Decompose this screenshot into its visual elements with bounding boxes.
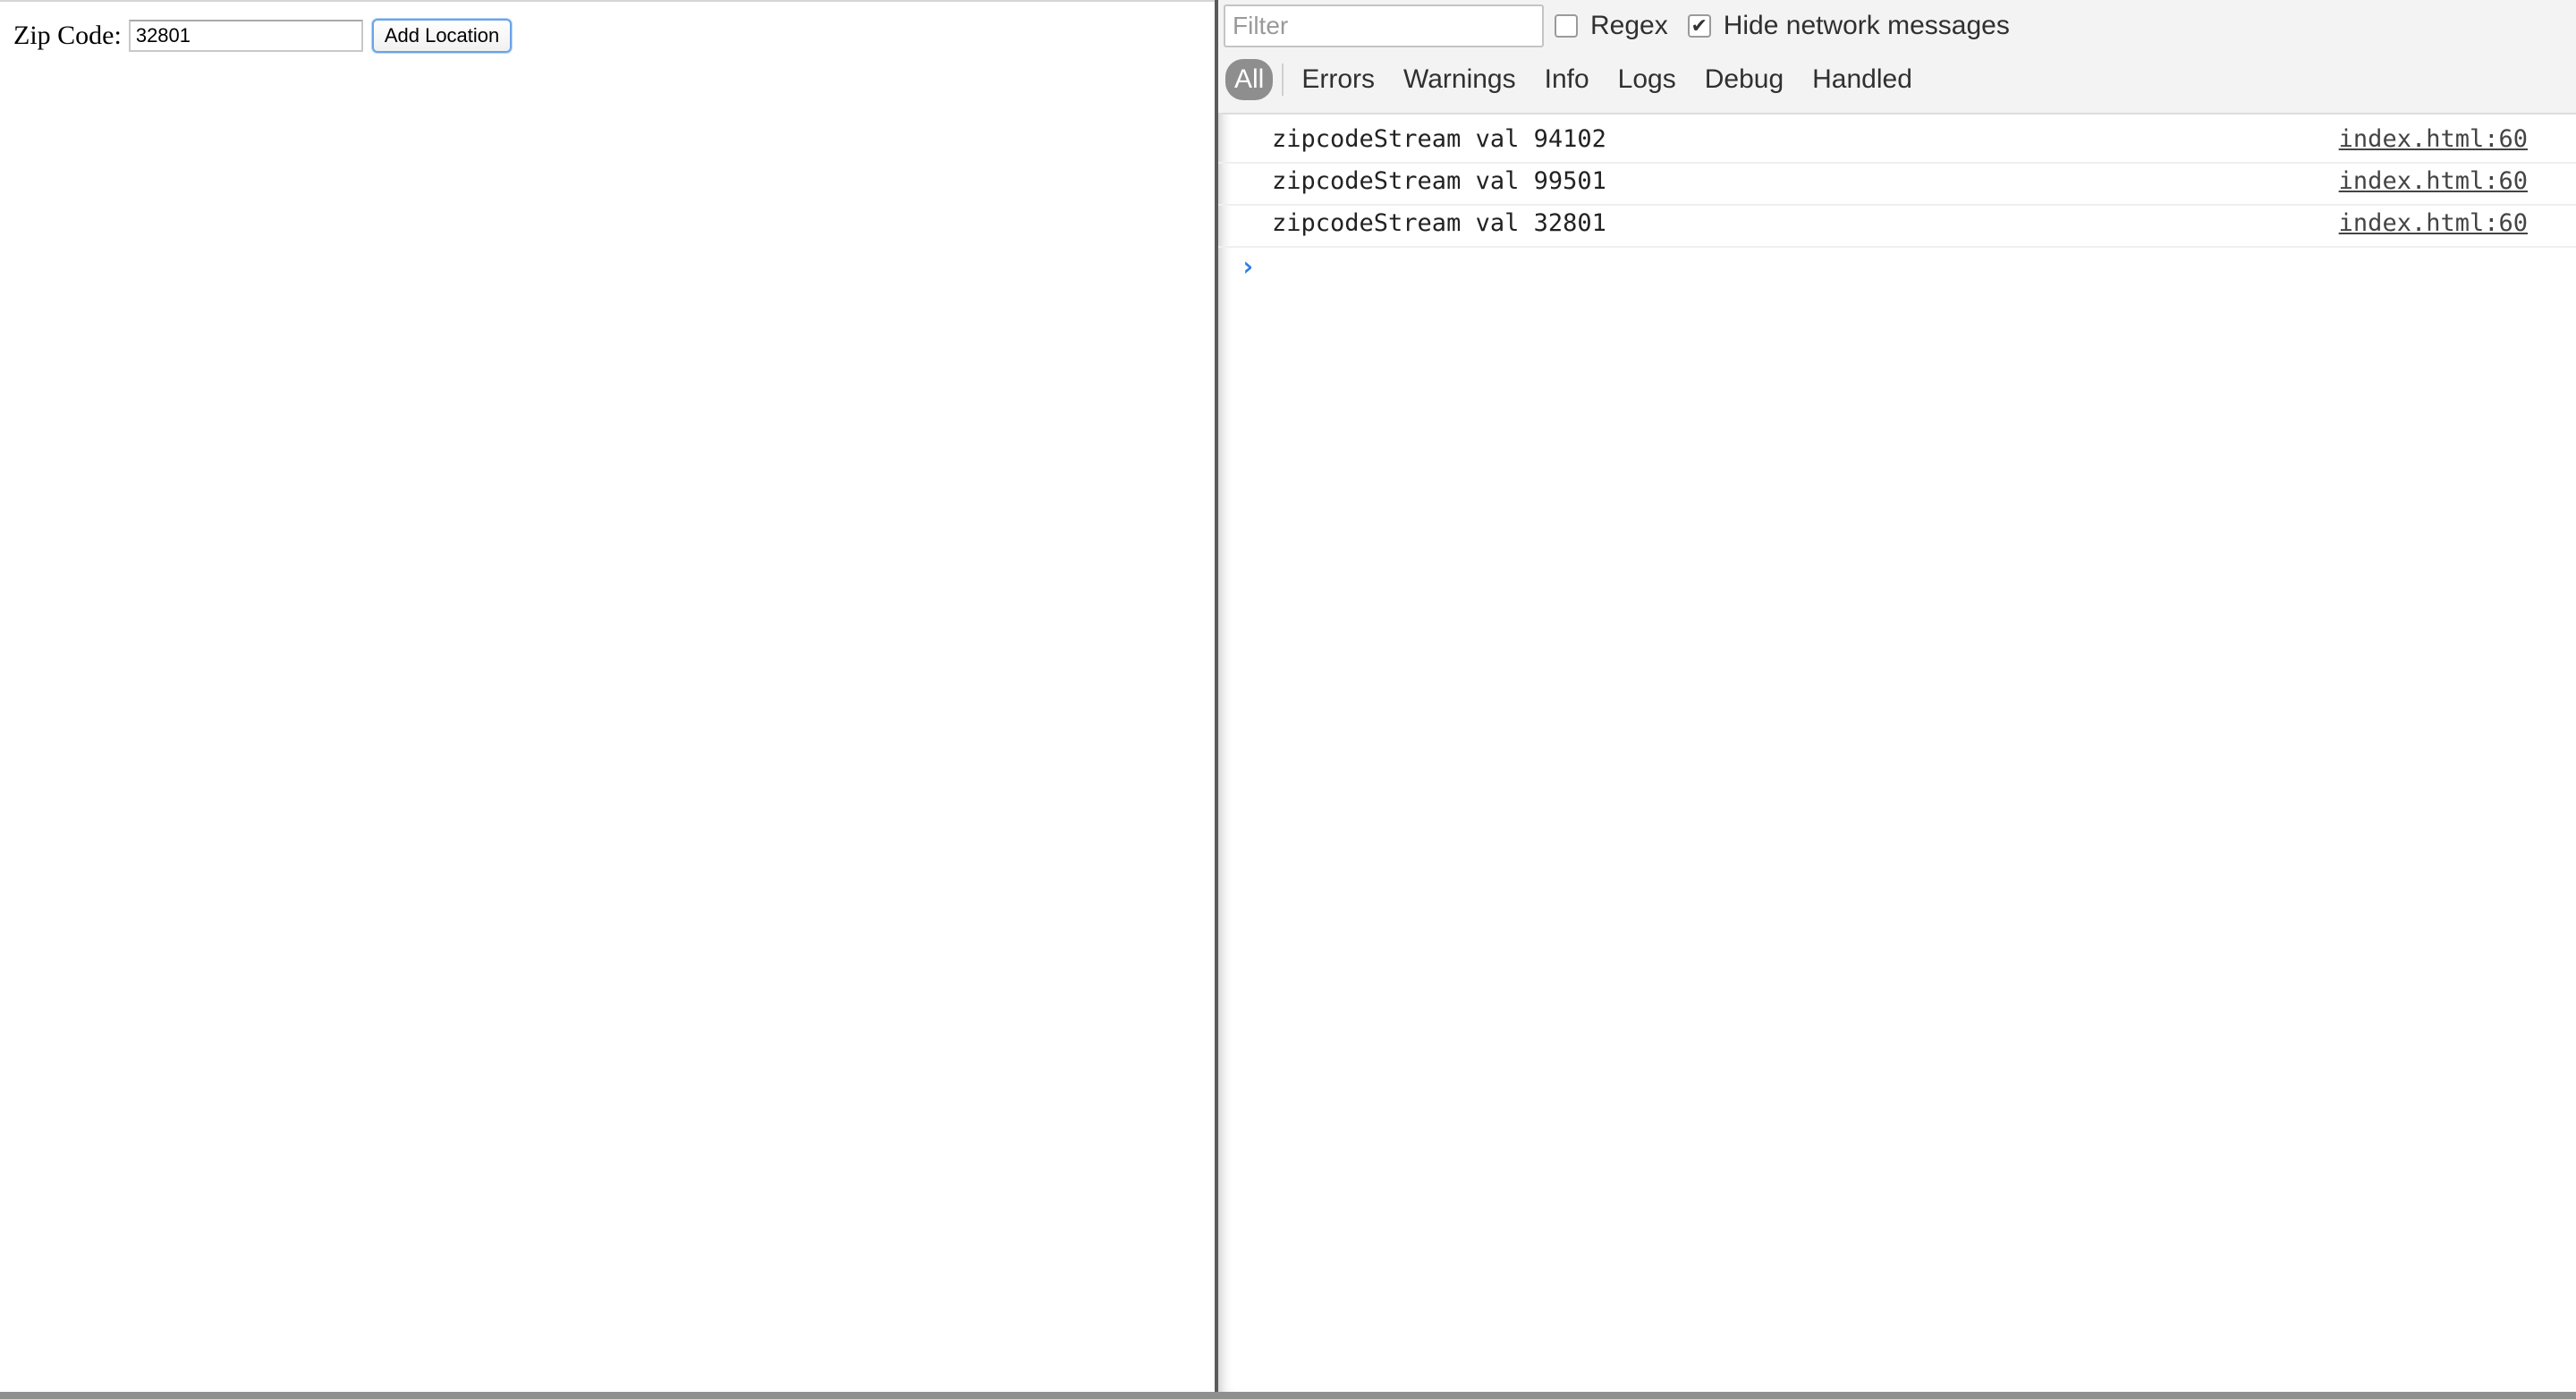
- console-messages: zipcodeStream val 94102 index.html:60 zi…: [1218, 122, 2576, 289]
- console-source-link[interactable]: index.html:60: [2339, 167, 2528, 195]
- checkmark-icon: ✔: [1690, 14, 1707, 37]
- level-warnings[interactable]: Warnings: [1389, 59, 1530, 100]
- window-bottom-edge: [0, 1392, 2576, 1399]
- zip-code-input[interactable]: [128, 20, 363, 52]
- level-separator: [1282, 64, 1284, 96]
- console-toolbar: Regex ✔ Hide network messages All Errors…: [1218, 0, 2576, 114]
- zip-code-label: Zip Code:: [13, 21, 122, 50]
- devtools-console-panel: Regex ✔ Hide network messages All Errors…: [1218, 0, 2576, 1392]
- add-location-button[interactable]: Add Location: [371, 19, 513, 53]
- level-info[interactable]: Info: [1530, 59, 1604, 100]
- console-message: zipcodeStream val 32801 index.html:60: [1218, 206, 2576, 248]
- console-source-link[interactable]: index.html:60: [2339, 125, 2528, 153]
- filter-input[interactable]: [1224, 4, 1544, 47]
- hide-network-option[interactable]: ✔ Hide network messages: [1687, 11, 2019, 41]
- console-prompt[interactable]: ›: [1218, 248, 2576, 289]
- regex-option[interactable]: Regex: [1555, 11, 1677, 41]
- level-debug[interactable]: Debug: [1690, 59, 1798, 100]
- level-all[interactable]: All: [1225, 59, 1274, 100]
- console-message-text: zipcodeStream val 99501: [1272, 167, 1606, 195]
- level-handled[interactable]: Handled: [1798, 59, 1927, 100]
- filter-row: Regex ✔ Hide network messages: [1224, 4, 2019, 48]
- hide-network-label[interactable]: Hide network messages: [1724, 11, 2010, 41]
- hide-network-checkbox[interactable]: ✔: [1687, 14, 1711, 38]
- console-message: zipcodeStream val 94102 index.html:60: [1218, 122, 2576, 164]
- page-viewport: Zip Code: Add Location: [0, 0, 1215, 1392]
- console-source-link[interactable]: index.html:60: [2339, 209, 2528, 237]
- level-logs[interactable]: Logs: [1604, 59, 1690, 100]
- console-message-text: zipcodeStream val 94102: [1272, 125, 1606, 153]
- regex-label[interactable]: Regex: [1590, 11, 1668, 41]
- regex-checkbox[interactable]: [1555, 14, 1578, 38]
- console-message-text: zipcodeStream val 32801: [1272, 209, 1606, 237]
- zip-form: Zip Code: Add Location: [13, 19, 513, 53]
- log-level-filters: All Errors Warnings Info Logs Debug Hand…: [1225, 57, 1927, 102]
- level-errors[interactable]: Errors: [1287, 59, 1389, 100]
- chevron-right-icon: ›: [1240, 251, 1257, 283]
- console-message: zipcodeStream val 99501 index.html:60: [1218, 164, 2576, 206]
- screen: Zip Code: Add Location Regex ✔ Hide netw…: [0, 0, 2576, 1399]
